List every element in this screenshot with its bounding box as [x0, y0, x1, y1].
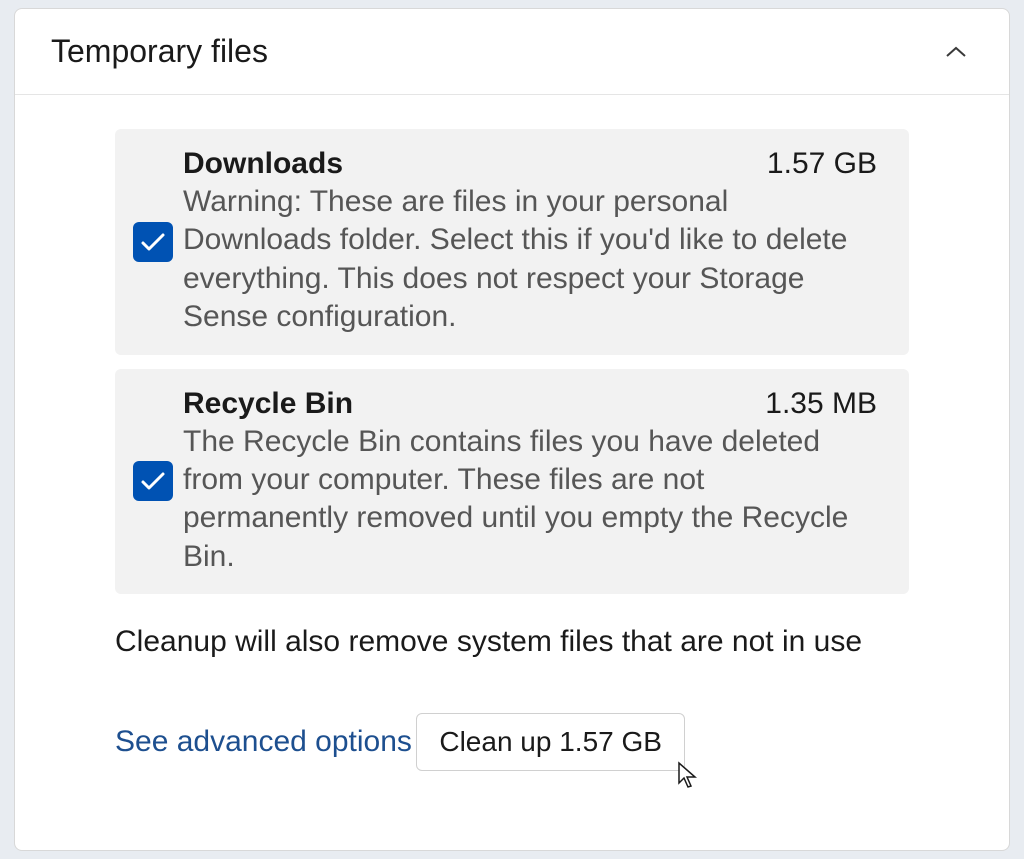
panel-header[interactable]: Temporary files [15, 9, 1009, 95]
advanced-options-link[interactable]: See advanced options [115, 725, 412, 759]
item-name-downloads: Downloads [183, 147, 343, 181]
checkbox-recyclebin[interactable] [133, 461, 173, 501]
item-size-recyclebin: 1.35 MB [765, 387, 877, 421]
check-icon [140, 232, 166, 252]
cleanup-item-downloads: Downloads 1.57 GB Warning: These are fil… [115, 129, 909, 355]
checkbox-downloads[interactable] [133, 222, 173, 262]
chevron-up-icon [943, 39, 969, 65]
item-size-downloads: 1.57 GB [767, 147, 877, 181]
cleanup-item-recyclebin: Recycle Bin 1.35 MB The Recycle Bin cont… [115, 369, 909, 595]
item-desc-downloads: Warning: These are files in your persona… [183, 183, 877, 337]
item-desc-recyclebin: The Recycle Bin contains files you have … [183, 423, 877, 577]
cleanup-note: Cleanup will also remove system files th… [115, 622, 909, 661]
item-content: Downloads 1.57 GB Warning: These are fil… [183, 147, 877, 337]
item-name-recyclebin: Recycle Bin [183, 387, 353, 421]
cleanup-button[interactable]: Clean up 1.57 GB [416, 713, 685, 771]
panel-body: Downloads 1.57 GB Warning: These are fil… [15, 95, 1009, 791]
item-content: Recycle Bin 1.35 MB The Recycle Bin cont… [183, 387, 877, 577]
check-icon [140, 471, 166, 491]
panel-title: Temporary files [51, 33, 268, 70]
temporary-files-panel: Temporary files Downloads 1.57 GB Warnin… [14, 8, 1010, 851]
